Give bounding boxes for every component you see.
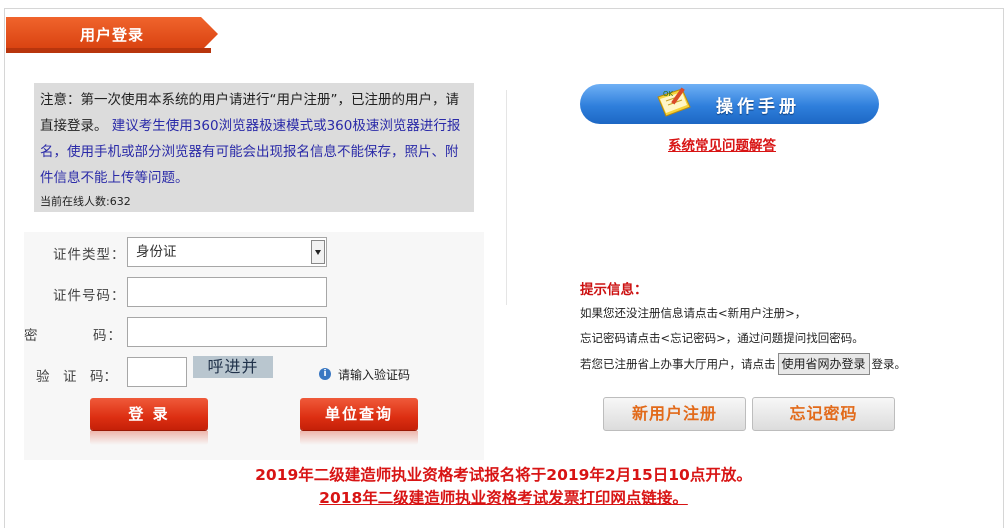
faq-link[interactable]: 系统常见问题解答	[668, 134, 776, 154]
unit-query-button[interactable]: 单位查询	[300, 398, 418, 430]
register-button[interactable]: 新用户注册	[603, 397, 746, 431]
captcha-hint: 请输入验证码	[338, 368, 411, 382]
unit-query-button-reflection	[300, 431, 418, 445]
announcement-invoice-link[interactable]: 2018年二级建造师执业资格考试发票打印网点链接。	[0, 486, 1007, 508]
id-number-label: 证件号码：	[53, 288, 126, 304]
password-label-end: 码：	[93, 328, 122, 344]
captcha-input[interactable]	[127, 357, 187, 387]
tip-line-province-pre: 若您已注册省上办事大厅用户，请点击	[580, 357, 776, 371]
forgot-password-button[interactable]: 忘记密码	[752, 397, 895, 431]
tip-line-province: 若您已注册省上办事大厅用户，请点击 使用省网办登录 登录。	[580, 353, 906, 375]
captcha-label: 验 证 码：	[36, 369, 117, 385]
id-type-label: 证件类型：	[53, 247, 126, 263]
province-login-button[interactable]: 使用省网办登录	[777, 353, 870, 375]
column-divider	[506, 90, 507, 305]
announcement-registration: 2019年二级建造师执业资格考试报名将于2019年2月15日10点开放。	[255, 466, 752, 484]
announcement-invoice-link-text[interactable]: 2018年二级建造师执业资格考试发票打印网点链接。	[319, 489, 688, 507]
manual-button-label: 操作手册	[716, 97, 800, 117]
manual-book-icon: OK	[657, 87, 691, 117]
tip-line-province-post: 登录。	[871, 357, 907, 371]
info-icon: i	[319, 368, 331, 380]
page-title: 用户登录	[80, 26, 145, 44]
online-count: 当前在线人数:632	[40, 195, 131, 208]
password-input[interactable]	[127, 317, 327, 347]
id-type-select[interactable]: 身份证	[127, 237, 327, 267]
id-type-value: 身份证	[136, 244, 177, 260]
tip-line-forgot: 忘记密码请点击<忘记密码>，通过问题提问找回密码。	[580, 331, 864, 345]
id-number-input[interactable]	[127, 277, 327, 307]
header-tab-shadow	[6, 48, 211, 53]
tip-title: 提示信息：	[580, 282, 648, 298]
tip-line-register: 如果您还没注册信息请点击<新用户注册>，	[580, 306, 807, 320]
notice-box: 注意：第一次使用本系统的用户请进行“用户注册”，已注册的用户，请直接登录。 建议…	[34, 83, 474, 212]
password-label-start: 密	[24, 328, 39, 344]
captcha-image[interactable]: 呼进并	[193, 356, 273, 378]
chevron-down-icon[interactable]	[311, 240, 325, 264]
svg-text:OK: OK	[663, 90, 674, 98]
login-button[interactable]: 登 录	[90, 398, 208, 430]
login-button-reflection	[90, 431, 208, 445]
